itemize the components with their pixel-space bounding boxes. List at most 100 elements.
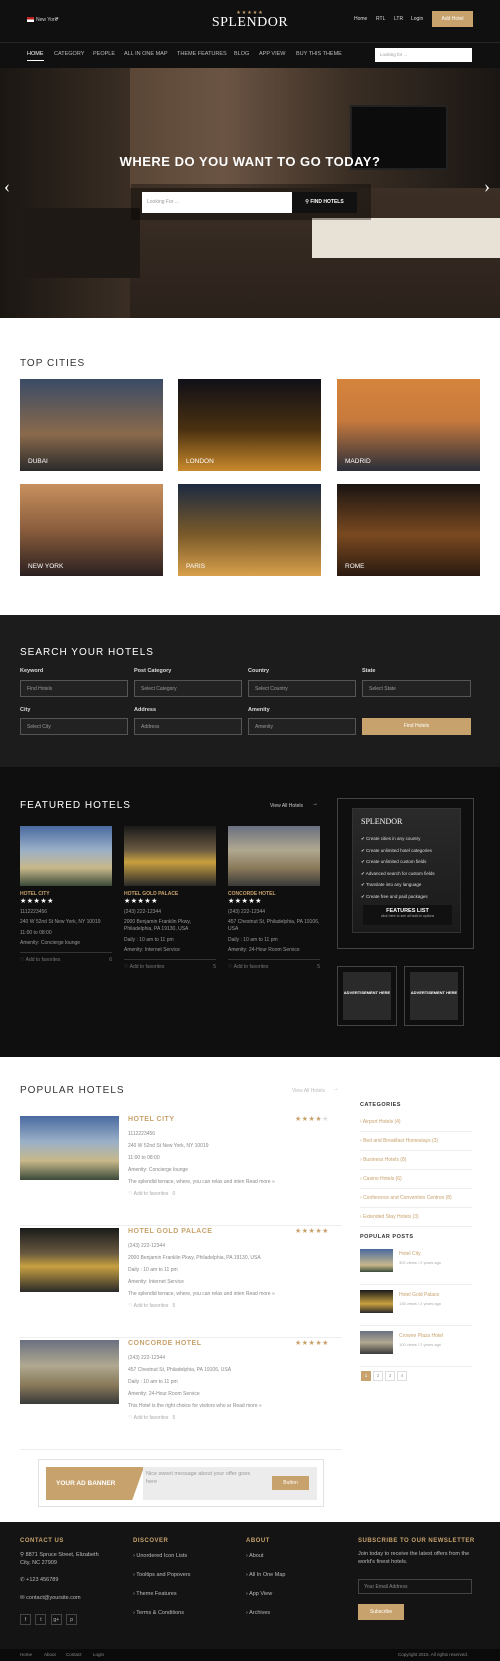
popular-hotel-row[interactable]: HOTEL GOLD PALACE ★★★★★ (243) 222-12344 … — [20, 1227, 342, 1338]
bottom-link-home[interactable]: Home — [20, 1652, 32, 1657]
add-favorites-link[interactable]: Add to favorites — [130, 964, 165, 970]
discover-link[interactable]: › Theme Features — [133, 1591, 177, 1597]
add-favorites-link[interactable]: Add to favorites — [26, 957, 61, 963]
hotel-name[interactable]: HOTEL GOLD PALACE — [128, 1228, 212, 1235]
about-link[interactable]: › All In One Map — [246, 1572, 285, 1578]
post-title[interactable]: Crowne Plaza Hotel — [399, 1333, 443, 1339]
category-link[interactable]: › Conference and Convention Centres (8) — [360, 1189, 472, 1208]
heart-icon[interactable]: ♡ — [20, 957, 24, 963]
logo[interactable]: SPLENDOR — [190, 15, 310, 31]
category-select[interactable]: Select Category — [134, 680, 242, 697]
city-card-dubai[interactable]: DUBAI — [20, 379, 163, 471]
add-favorites-link[interactable]: Add to favorites — [134, 1415, 169, 1421]
hotel-image[interactable] — [228, 826, 320, 886]
heart-icon[interactable]: ♡ — [128, 1191, 132, 1197]
nav-blog[interactable]: BLOG — [234, 51, 249, 57]
state-select[interactable]: Select State — [362, 680, 471, 697]
nav-buy-theme[interactable]: BUY THIS THEME — [296, 51, 342, 57]
subscribe-button[interactable]: Subscribe — [358, 1604, 404, 1620]
nav-app-view[interactable]: APP VIEW — [259, 51, 286, 57]
city-select[interactable]: Select City — [20, 718, 128, 735]
hotel-image[interactable] — [20, 1116, 119, 1180]
google-plus-icon[interactable]: g+ — [50, 1614, 62, 1625]
bottom-link-about[interactable]: About — [44, 1652, 56, 1657]
ad-banner-button[interactable]: Button — [272, 1476, 309, 1490]
hotel-image[interactable] — [124, 826, 216, 886]
popular-view-all-link[interactable]: View All Hotels — [292, 1088, 325, 1094]
city-card-london[interactable]: LONDON — [178, 379, 321, 471]
newsletter-email-input[interactable]: Your Email Address — [358, 1579, 472, 1594]
hero-search-input[interactable]: Looking For ... — [142, 192, 292, 213]
category-link[interactable]: › Airport Hotels (4) — [360, 1113, 472, 1132]
page-3[interactable]: 3 — [385, 1371, 395, 1381]
hotel-image[interactable] — [20, 1340, 119, 1404]
hotel-name[interactable]: CONCORDE HOTEL — [128, 1340, 202, 1347]
city-card-paris[interactable]: PARIS — [178, 484, 321, 576]
header-search-input[interactable]: Looking for ... — [375, 48, 472, 62]
heart-icon[interactable]: ♡ — [128, 1415, 132, 1421]
find-hotels-button[interactable]: ⚲ FIND HOTELS — [292, 192, 357, 213]
features-promo-box[interactable]: SPLENDOR ✔ Create cities in any country … — [337, 798, 474, 949]
heart-icon[interactable]: ♡ — [228, 964, 232, 970]
language-selector[interactable]: New York — [36, 17, 57, 23]
category-link[interactable]: › Bed and Breakfast Homestays (3) — [360, 1132, 472, 1151]
top-link-rtl[interactable]: RTL — [376, 16, 385, 22]
page-2[interactable]: 2 — [373, 1371, 383, 1381]
about-link[interactable]: › App View — [246, 1591, 272, 1597]
features-list-button[interactable]: FEATURES LIST click here to see all buil… — [363, 905, 452, 925]
country-select[interactable]: Select Country — [248, 680, 356, 697]
hotel-image[interactable] — [20, 1228, 119, 1292]
heart-icon[interactable]: ♡ — [124, 964, 128, 970]
ad-box-2[interactable]: ADVERTISEMENT HERE — [404, 966, 464, 1026]
popular-hotel-row[interactable]: CONCORDE HOTEL ★★★★★ (243) 222-12344 457… — [20, 1339, 342, 1450]
popular-post[interactable]: Hotel City 302 views / 2 years ago — [360, 1249, 472, 1285]
arrow-right-icon[interactable]: → — [333, 1086, 339, 1092]
featured-hotel-card[interactable]: CONCORDE HOTEL ★★★★★ (243) 222-12344 457… — [228, 826, 320, 970]
next-slide-arrow-icon[interactable]: › — [484, 176, 490, 197]
address-input[interactable]: Address — [134, 718, 242, 735]
popular-hotel-row[interactable]: HOTEL CITY ★★★★★ 1112223456 240 W 52nd S… — [20, 1115, 342, 1226]
pinterest-icon[interactable]: p — [66, 1614, 78, 1625]
top-link-login[interactable]: Login — [411, 16, 423, 22]
hotel-name[interactable]: HOTEL CITY — [128, 1116, 174, 1123]
discover-link[interactable]: › Unordered Icon Lists — [133, 1553, 187, 1559]
add-favorites-link[interactable]: Add to favorites — [234, 964, 269, 970]
city-card-new-york[interactable]: NEW YORK — [20, 484, 163, 576]
add-hotel-button[interactable]: Add Hotel — [432, 11, 473, 27]
bottom-link-login[interactable]: Login — [93, 1652, 104, 1657]
find-hotels-submit-button[interactable]: Find Hotels — [362, 718, 471, 735]
featured-hotel-card[interactable]: HOTEL GOLD PALACE ★★★★★ (243) 222-12344 … — [124, 826, 216, 970]
popular-post[interactable]: Hotel Gold Palace 136 views / 2 years ag… — [360, 1290, 472, 1326]
about-link[interactable]: › Archives — [246, 1610, 270, 1616]
top-link-home[interactable]: Home — [354, 16, 367, 22]
chevron-down-icon[interactable]: ▾ — [56, 16, 59, 22]
amenity-input[interactable]: Amenity — [248, 718, 356, 735]
page-1[interactable]: 1 — [361, 1371, 371, 1381]
bottom-link-contact[interactable]: Contact — [66, 1652, 82, 1657]
category-link[interactable]: › Extended Stay Hotels (3) — [360, 1208, 472, 1227]
page-4[interactable]: 4 — [397, 1371, 407, 1381]
city-card-rome[interactable]: ROME — [337, 484, 480, 576]
featured-view-all-link[interactable]: View All Hotels — [270, 803, 303, 809]
heart-icon[interactable]: ♡ — [128, 1303, 132, 1309]
featured-hotel-card[interactable]: HOTEL CITY ★★★★★ 1112223456 240 W 52nd S… — [20, 826, 112, 963]
contact-email[interactable]: contact@yoursite.com — [26, 1595, 81, 1601]
arrow-right-icon[interactable]: → — [312, 801, 318, 807]
nav-category[interactable]: CATEGORY — [54, 51, 84, 57]
category-link[interactable]: › Business Hotels (8) — [360, 1151, 472, 1170]
ad-banner[interactable]: YOUR AD BANNER Nice sweet message about … — [38, 1459, 324, 1507]
nav-theme-features[interactable]: THEME FEATURES — [177, 51, 227, 57]
ad-box-1[interactable]: ADVERTISEMENT HERE — [337, 966, 397, 1026]
nav-people[interactable]: PEOPLE — [93, 51, 115, 57]
post-thumbnail[interactable] — [360, 1290, 393, 1313]
hotel-image[interactable] — [20, 826, 112, 886]
popular-post[interactable]: Crowne Plaza Hotel 100 views / 2 years a… — [360, 1331, 472, 1367]
city-card-madrid[interactable]: MADRID — [337, 379, 480, 471]
discover-link[interactable]: › Tooltips and Popovers — [133, 1572, 190, 1578]
add-favorites-link[interactable]: Add to favorites — [134, 1191, 169, 1197]
prev-slide-arrow-icon[interactable]: ‹ — [4, 176, 10, 197]
post-title[interactable]: Hotel City — [399, 1251, 421, 1257]
post-thumbnail[interactable] — [360, 1331, 393, 1354]
nav-all-in-one-map[interactable]: ALL IN ONE MAP — [124, 51, 168, 57]
facebook-icon[interactable]: f — [20, 1614, 31, 1625]
